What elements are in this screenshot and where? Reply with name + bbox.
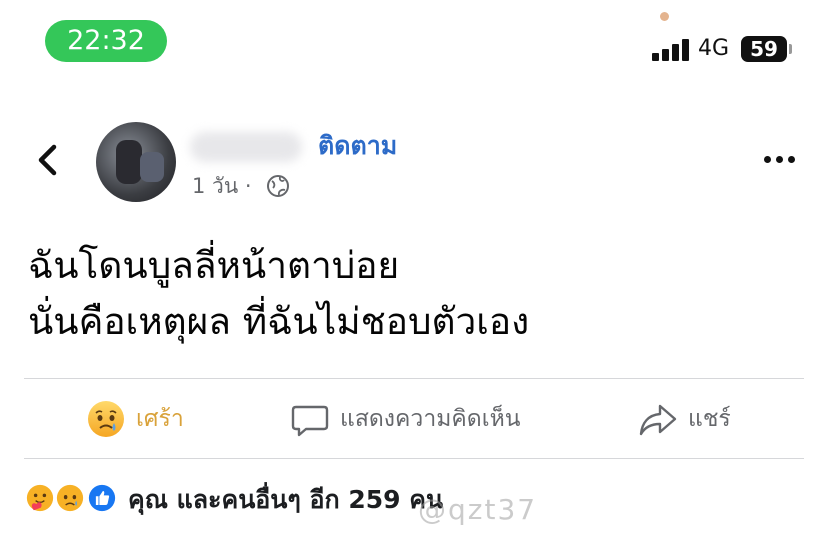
care-icon <box>24 482 56 514</box>
globe-icon <box>267 175 289 197</box>
more-options-icon[interactable] <box>760 154 800 166</box>
share-button[interactable]: แชร์ <box>638 380 731 458</box>
post-text: ฉันโดนบูลลี่หน้าตาบ่อย นั่นคือเหตุผล ที่… <box>28 238 529 350</box>
meta-separator: · <box>244 174 252 198</box>
comment-label: แสดงความคิดเห็น <box>340 406 521 432</box>
post-timestamp: 1 วัน <box>192 174 239 198</box>
status-bar: 22:32 4G 59 <box>0 0 828 90</box>
like-icon <box>86 482 118 514</box>
share-label: แชร์ <box>688 406 731 432</box>
post-text-line: ฉันโดนบูลลี่หน้าตาบ่อย <box>28 244 400 287</box>
network-type: 4G <box>698 36 730 61</box>
post-header: ติดตาม 1 วัน · <box>0 110 828 210</box>
avatar[interactable] <box>96 122 176 202</box>
status-time: 22:32 <box>45 20 167 62</box>
sad-icon <box>54 482 86 514</box>
author-name[interactable] <box>190 132 302 162</box>
chevron-left-icon <box>38 144 57 176</box>
divider <box>24 458 804 459</box>
follow-button[interactable]: ติดตาม <box>318 128 397 164</box>
signal-strength-icon <box>652 37 692 61</box>
watermark: @qzt37 <box>418 493 538 526</box>
reactions-count: คุณ และคนอื่นๆ อีก 259 คน <box>128 485 444 514</box>
post-meta: 1 วัน · <box>192 172 252 200</box>
divider <box>24 378 804 379</box>
battery-cap <box>789 44 792 54</box>
reaction-label: เศร้า <box>136 406 184 432</box>
action-bar: เศร้า แสดงความคิดเห็น แชร์ <box>0 380 828 458</box>
back-button[interactable] <box>30 142 66 178</box>
comment-button[interactable]: แสดงความคิดเห็น <box>290 380 520 458</box>
comment-icon <box>291 405 329 437</box>
battery-icon: 59 <box>741 36 787 62</box>
reaction-button[interactable]: เศร้า <box>86 380 184 458</box>
privacy-indicator-dot <box>660 12 669 21</box>
post-text-line: นั่นคือเหตุผล ที่ฉันไม่ชอบตัวเอง <box>28 300 530 343</box>
share-icon <box>639 404 677 436</box>
sad-reaction-icon <box>88 401 124 437</box>
